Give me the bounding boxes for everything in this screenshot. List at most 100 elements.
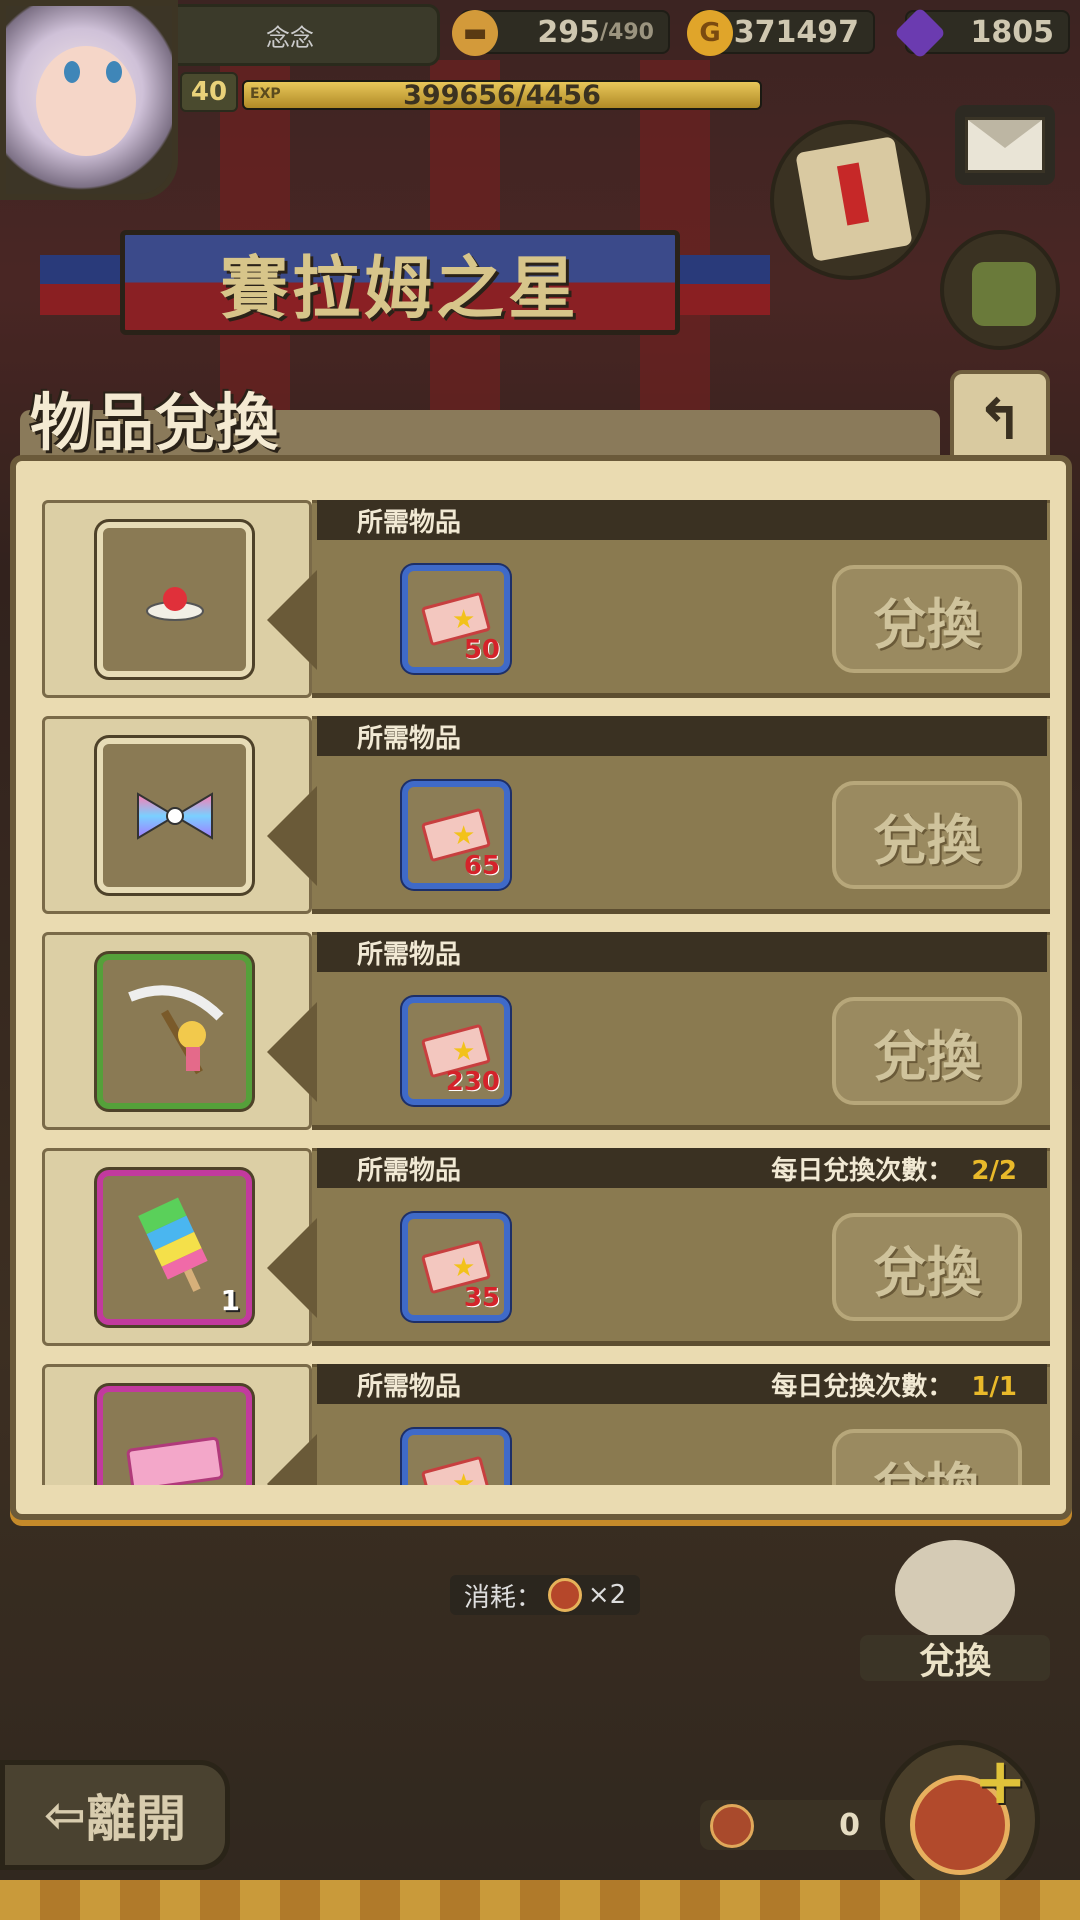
backpack-button[interactable]: [940, 230, 1060, 350]
ticket-cost: 65: [463, 851, 500, 881]
mail-button[interactable]: [955, 105, 1055, 185]
star-ticket-icon[interactable]: ★ 35: [402, 1213, 510, 1321]
bunny-scythe-icon[interactable]: [97, 954, 252, 1109]
purple-gem-icon: [893, 6, 947, 60]
exchange-button[interactable]: 兌換: [832, 781, 1022, 889]
pink-ticket-graphic: [126, 1436, 223, 1485]
star-ticket-icon[interactable]: ★ 50: [402, 565, 510, 673]
player-level: 40: [180, 72, 238, 112]
gold-coin-icon: G: [687, 10, 733, 56]
exchange-list[interactable]: 所需物品 ★ 50 兌換 所需物品 ★ 65 兌換 所需物品 ★ 230 兌換 1 所…: [30, 480, 1050, 1485]
row-header: 所需物品 每日兌換次數： 1/1: [317, 1364, 1047, 1404]
gem-counter[interactable]: 1805: [893, 6, 1070, 60]
star-ticket-icon[interactable]: ★: [402, 1429, 510, 1485]
stamina-max: /490: [600, 19, 654, 45]
banner-title: 賽拉姆之星: [219, 249, 580, 329]
row-header: 所需物品 每日兌換次數： 2/2: [317, 1148, 1047, 1188]
left-arrow-icon: ⇦: [44, 1786, 86, 1844]
row-header: 所需物品: [317, 716, 1047, 756]
avatar-eye: [64, 61, 80, 83]
star-ticket-icon[interactable]: ★ 65: [402, 781, 510, 889]
daily-limit-label: 每日兌換次數：: [771, 1371, 954, 1402]
return-arrow-icon: ↰: [976, 387, 1024, 453]
row-header: 所需物品: [317, 500, 1047, 540]
rainbow-popsicle-icon[interactable]: 1: [97, 1170, 252, 1325]
red-gem-ring-icon[interactable]: [97, 522, 252, 677]
level-text: 40: [190, 77, 228, 107]
add-coin-button[interactable]: +: [880, 1740, 1040, 1900]
gold-value: 371497: [733, 14, 859, 50]
event-banner: 賽拉姆之星: [40, 230, 770, 340]
quest-scroll-icon[interactable]: [770, 120, 930, 280]
ticket-cost: 50: [463, 635, 500, 665]
player-avatar[interactable]: [0, 0, 178, 200]
exp-bar: EXP 399656/4456: [242, 80, 762, 110]
star-coin-icon: [547, 1578, 582, 1612]
star-icon: ★: [452, 1469, 476, 1485]
consume-cost: 消耗： ×2: [450, 1575, 640, 1615]
star-icon: ★: [452, 1037, 476, 1067]
exchange-button[interactable]: 兌換: [832, 1213, 1022, 1321]
envelope-icon: [965, 117, 1045, 173]
popsicle-graphic: [137, 1196, 208, 1292]
gem-value: 1805: [970, 14, 1055, 50]
player-name: 念念: [140, 4, 440, 66]
arrow-icon: [267, 786, 317, 886]
row-header: 所需物品: [317, 932, 1047, 972]
consume-label: 消耗：: [463, 1582, 542, 1613]
exchange-button[interactable]: 兌換: [832, 997, 1022, 1105]
coin-count: 0: [839, 1807, 860, 1843]
stamina-counter[interactable]: ▬ 295/490: [452, 10, 670, 56]
required-items-label: 所需物品: [357, 1155, 462, 1186]
exchange-shop-label: 兌換: [860, 1635, 1050, 1682]
exchange-button[interactable]: 兌換: [832, 1429, 1022, 1485]
arrow-icon: [267, 1002, 317, 1102]
exchange-row: 所需物品 每日兌換次數： 1/1 ★ 兌換: [42, 1364, 1050, 1485]
exchange-row: 所需物品 ★ 50 兌換: [42, 500, 1050, 698]
exchange-cycle-icon: [895, 1540, 1015, 1640]
leave-label: 離開: [85, 1790, 186, 1848]
bow-graphic: [136, 791, 213, 840]
avatar-face: [36, 46, 136, 156]
star-icon: ★: [452, 821, 476, 851]
exchange-shop-button[interactable]: 兌換: [860, 1540, 1050, 1682]
star-ticket-icon[interactable]: ★ 230: [402, 997, 510, 1105]
daily-limit: 每日兌換次數： 2/2: [771, 1150, 1017, 1187]
required-items-label: 所需物品: [357, 939, 462, 970]
exchange-button[interactable]: 兌換: [832, 565, 1022, 673]
exchange-row: 1 所需物品 每日兌換次數： 2/2 ★ 35 兌換: [42, 1148, 1050, 1346]
daily-limit-value: 1/1: [971, 1371, 1017, 1402]
required-items-label: 所需物品: [357, 1371, 462, 1402]
pink-ticket-icon[interactable]: [97, 1386, 252, 1485]
ticket-cost: 230: [445, 1067, 500, 1097]
consume-quantity: ×2: [587, 1580, 627, 1610]
required-items-label: 所需物品: [357, 507, 462, 538]
coin-counter: 0: [700, 1800, 900, 1850]
required-items-label: 所需物品: [357, 723, 462, 754]
star-coin-icon: [710, 1804, 754, 1848]
exchange-row: 所需物品 ★ 230 兌換: [42, 932, 1050, 1130]
floor-stripe: [0, 1880, 1080, 1920]
panel-title: 物品兌換: [30, 386, 279, 459]
daily-limit: 每日兌換次數： 1/1: [771, 1366, 1017, 1403]
arrow-icon: [267, 1434, 317, 1485]
rainbow-bow-icon[interactable]: [97, 738, 252, 893]
daily-limit-label: 每日兌換次數：: [771, 1155, 954, 1186]
star-icon: ★: [452, 605, 476, 635]
daily-limit-value: 2/2: [971, 1155, 1017, 1186]
scythe-graphic: [127, 984, 224, 1074]
exchange-row: 所需物品 ★ 65 兌換: [42, 716, 1050, 914]
leave-button[interactable]: ⇦ 離開: [0, 1760, 230, 1870]
exp-text: 399656/4456: [403, 80, 601, 110]
bread-icon: ▬: [452, 10, 498, 56]
plus-icon: +: [973, 1745, 1027, 1819]
ticket-cost: 35: [463, 1283, 500, 1313]
banner-plate: 賽拉姆之星: [120, 230, 680, 335]
avatar-eye: [106, 61, 122, 83]
item-quantity: 1: [220, 1284, 240, 1317]
star-icon: ★: [452, 1253, 476, 1283]
gold-counter[interactable]: G 371497: [687, 10, 875, 56]
arrow-icon: [267, 570, 317, 670]
player-name-text: 念念: [266, 23, 314, 52]
ring-graphic: [145, 586, 204, 621]
